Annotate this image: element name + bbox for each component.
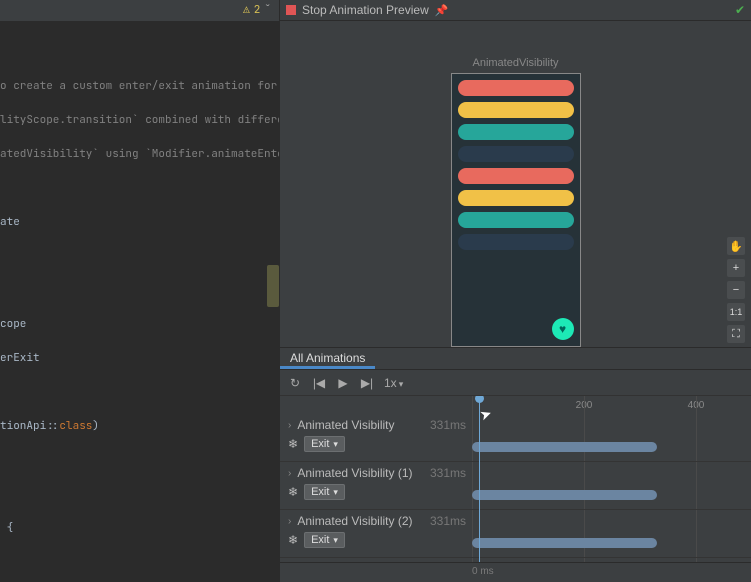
track-duration: 331ms	[430, 418, 466, 432]
preview-bar	[458, 146, 574, 162]
preview-bar	[458, 102, 574, 118]
warning-icon[interactable]: ⚠	[243, 2, 250, 19]
editor-top-bar: ⚠ 2 ˇ	[0, 0, 279, 21]
code-editor[interactable]: ⚠ 2 ˇ o create a custom enter/exit anima…	[0, 0, 279, 582]
device-frame: ♥	[451, 73, 581, 347]
preview-side-tools: ✋ + − 1:1 ⛶	[727, 237, 745, 343]
state-dropdown[interactable]: Exit▾	[304, 436, 345, 452]
code-body[interactable]: o create a custom enter/exit animation f…	[0, 21, 279, 582]
freeze-icon[interactable]: ❄	[288, 485, 298, 499]
track-clip[interactable]	[472, 442, 657, 452]
fab-heart[interactable]: ♥	[552, 318, 574, 340]
preview-bar	[458, 80, 574, 96]
pan-tool[interactable]: ✋	[727, 237, 745, 255]
tracks: › Animated Visibility 331ms ❄ Exit▾	[280, 414, 751, 562]
freeze-icon[interactable]: ❄	[288, 437, 298, 451]
preview-bar	[458, 234, 574, 250]
inspection-count: 2	[254, 2, 261, 19]
device-label: AnimatedVisibility	[472, 57, 558, 69]
timeline-footer: 0 ms	[280, 562, 751, 582]
pin-icon[interactable]: 📌	[435, 4, 449, 17]
status-ok-icon: ✔	[735, 3, 745, 17]
expand-icon[interactable]: ›	[288, 420, 291, 431]
track-row: › Animated Visibility (1) 331ms ❄ Exit▾	[280, 462, 751, 510]
timeline[interactable]: 200 400 600 800 1000 ➤ ›	[280, 396, 751, 562]
comment: lityScope.transition` combined with diff…	[0, 113, 279, 127]
preview-bar	[458, 190, 574, 206]
speed-dropdown[interactable]: 1x▾	[384, 376, 403, 390]
track-duration: 331ms	[430, 514, 466, 528]
expand-icon[interactable]: ›	[288, 516, 291, 527]
preview-toolbar: Stop Animation Preview 📌 ✔	[280, 0, 751, 21]
go-end-button[interactable]: ▶|	[360, 376, 374, 390]
preview-surface[interactable]: AnimatedVisibility ♥ ✋ + − 1:1 ⛶	[280, 21, 751, 347]
comment: o create a custom enter/exit animation f…	[0, 79, 279, 93]
track-clip[interactable]	[472, 490, 657, 500]
time-display: 0 ms	[472, 566, 494, 577]
expand-icon[interactable]: ›	[288, 468, 291, 479]
track-row: › Animated Visibility (2) 331ms ❄ Exit▾	[280, 510, 751, 558]
track-name: Animated Visibility (2)	[297, 514, 412, 528]
loop-button[interactable]: ↻	[288, 376, 302, 390]
zoom-out[interactable]: −	[727, 281, 745, 299]
comment: atedVisibility` using `Modifier.animateE…	[0, 147, 279, 161]
track-clip[interactable]	[472, 538, 657, 548]
go-start-button[interactable]: |◀	[312, 376, 326, 390]
toolbar-title[interactable]: Stop Animation Preview	[302, 3, 429, 17]
zoom-in[interactable]: +	[727, 259, 745, 277]
play-button[interactable]: ▶	[336, 376, 350, 390]
preview-bar	[458, 212, 574, 228]
inspection-chevron-icon[interactable]: ˇ	[264, 2, 271, 19]
zoom-1-1[interactable]: 1:1	[727, 303, 745, 321]
stop-icon[interactable]	[286, 5, 296, 15]
track-name: Animated Visibility (1)	[297, 466, 412, 480]
preview-bar	[458, 124, 574, 140]
freeze-icon[interactable]: ❄	[288, 533, 298, 547]
track-row: › Animated Visibility 331ms ❄ Exit▾	[280, 414, 751, 462]
playhead[interactable]	[479, 396, 480, 562]
right-pane: Stop Animation Preview 📌 ✔ AnimatedVisib…	[279, 0, 751, 582]
animation-tabs: All Animations	[280, 348, 751, 370]
state-dropdown[interactable]: Exit▾	[304, 484, 345, 500]
zoom-fit-icon[interactable]: ⛶	[727, 325, 745, 343]
preview-bar	[458, 168, 574, 184]
playback-controls: ↻ |◀ ▶ ▶| 1x▾	[280, 370, 751, 396]
tab-all-animations[interactable]: All Animations	[280, 348, 375, 369]
animation-panel: All Animations ↻ |◀ ▶ ▶| 1x▾ 200 400 600…	[280, 347, 751, 582]
editor-scrollbar-thumb[interactable]	[267, 265, 279, 307]
track-duration: 331ms	[430, 466, 466, 480]
track-name: Animated Visibility	[297, 418, 394, 432]
state-dropdown[interactable]: Exit▾	[304, 532, 345, 548]
